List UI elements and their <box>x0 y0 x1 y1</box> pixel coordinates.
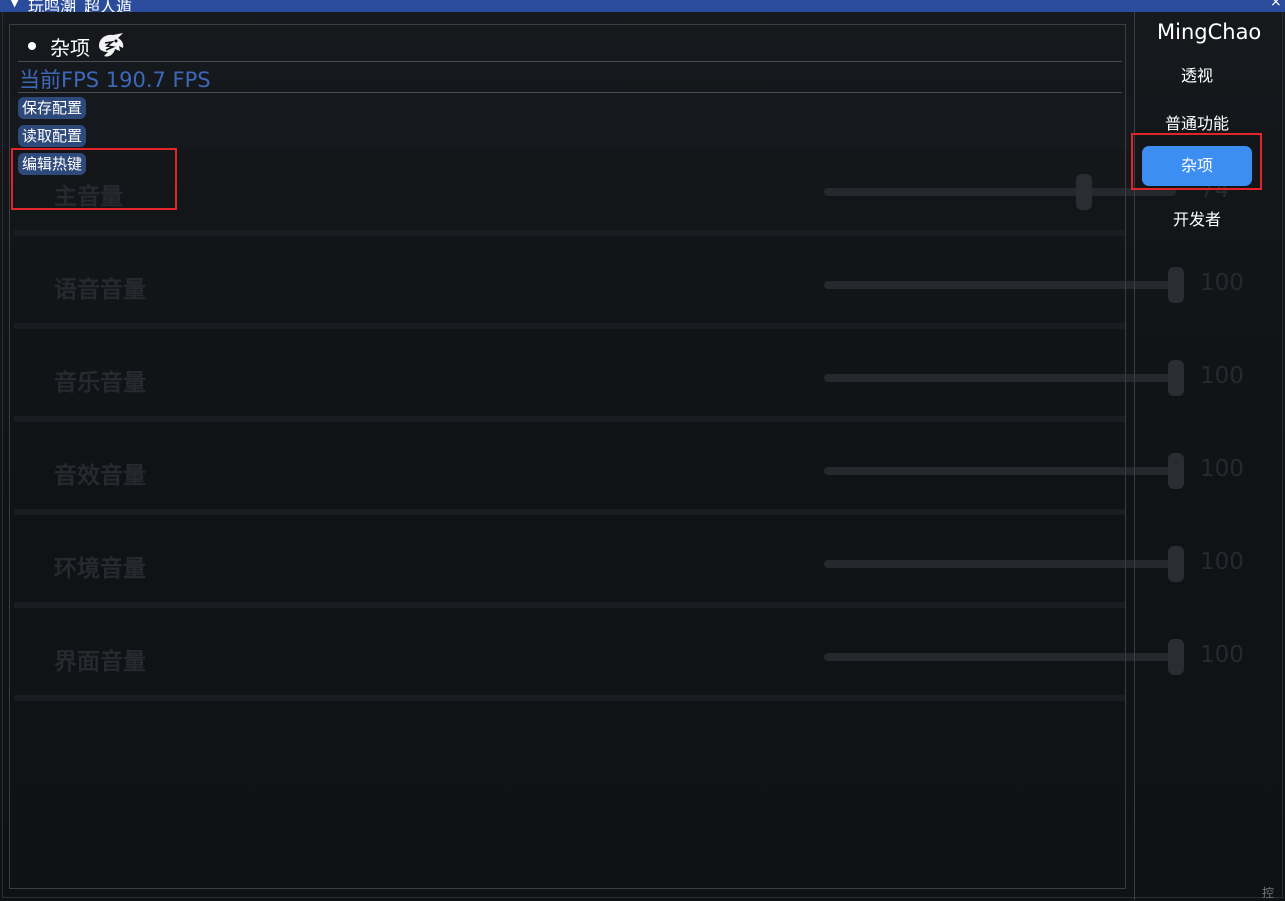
section-title: 杂项 <box>50 35 90 60</box>
header-divider <box>18 61 1122 62</box>
window-title: 玩鸣潮_超人遁 <box>28 0 133 12</box>
sidebar-item-developer[interactable]: 开发者 <box>1142 206 1252 230</box>
annotation-highlight-misc <box>1131 133 1262 190</box>
triangle-down-icon[interactable]: ▼ <box>10 0 19 9</box>
fps-divider <box>18 92 1122 93</box>
sidebar-item-general[interactable]: 普通功能 <box>1142 110 1252 134</box>
section-header: 杂项 <box>28 32 126 60</box>
load-config-button[interactable]: 读取配置 <box>18 125 87 147</box>
bullet-icon <box>28 42 36 50</box>
save-config-button[interactable]: 保存配置 <box>18 97 87 119</box>
title-bar[interactable]: ▼ 玩鸣潮_超人遁 × <box>0 0 1285 12</box>
close-icon[interactable]: × <box>1270 0 1282 10</box>
annotation-highlight-hotkey <box>11 148 177 210</box>
brand-title: MingChao <box>1157 20 1262 44</box>
corner-text: 控 <box>1262 886 1275 900</box>
sidebar-item-esp[interactable]: 透视 <box>1142 62 1252 86</box>
dragon-logo-icon <box>99 33 124 57</box>
fps-readout: 当前FPS 190.7 FPS <box>19 68 211 92</box>
